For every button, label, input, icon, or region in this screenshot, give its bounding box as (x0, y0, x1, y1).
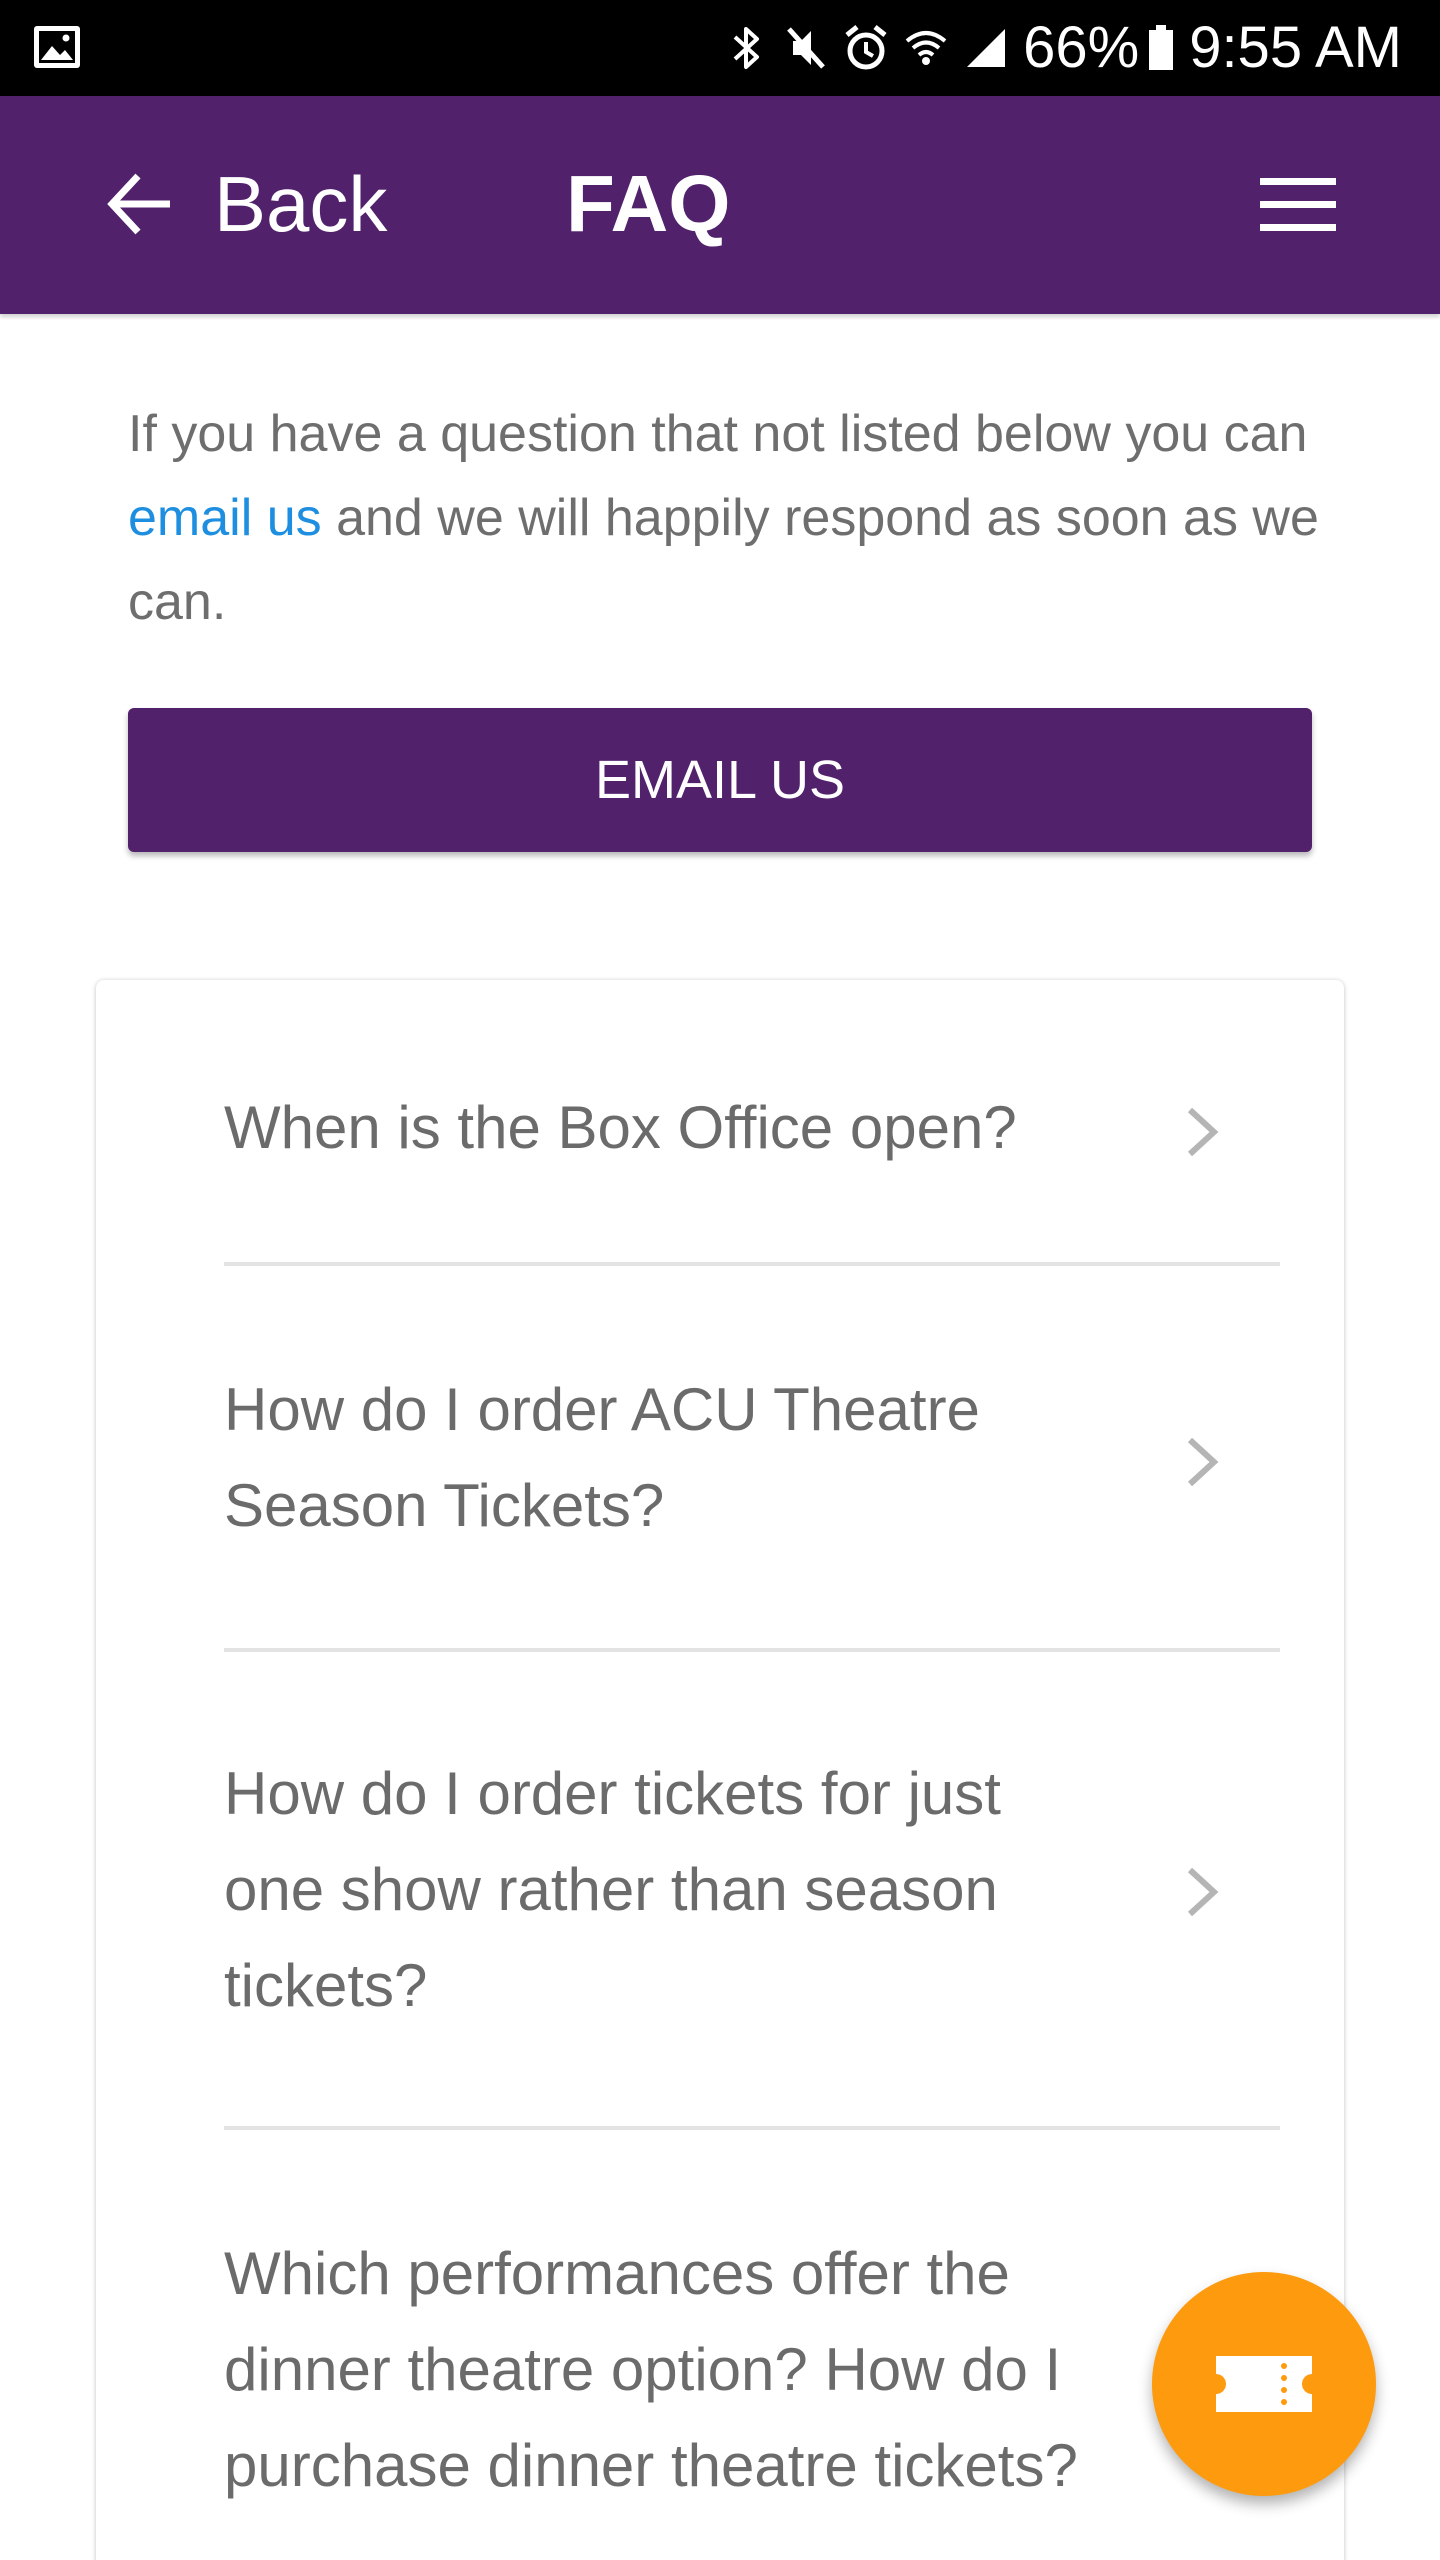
faq-question: How do I order ACU Theatre Season Ticket… (224, 1376, 980, 1539)
ticket-fab-button[interactable] (1152, 2272, 1376, 2496)
menu-icon[interactable] (1260, 178, 1336, 232)
status-bar: 66% 9:55 AM (0, 0, 1440, 96)
divider (224, 1262, 1280, 1266)
chevron-right-icon (1187, 1437, 1219, 1487)
page-title: FAQ (566, 159, 731, 248)
faq-question: When is the Box Office open? (224, 1094, 1017, 1161)
divider (224, 2126, 1280, 2130)
intro-text: If you have a question that not listed b… (128, 392, 1328, 644)
bluetooth-icon (733, 27, 760, 69)
battery-percent: 66% (1023, 15, 1140, 80)
signal-icon (967, 29, 1006, 67)
mute-icon (787, 27, 825, 69)
chevron-right-icon (1187, 1867, 1219, 1917)
app-bar: Back FAQ (0, 96, 1440, 314)
back-button[interactable]: Back (104, 148, 387, 260)
battery-icon (1149, 25, 1174, 70)
alarm-icon (845, 25, 887, 70)
chevron-right-icon (1187, 1107, 1219, 1157)
email-us-link[interactable]: email us (128, 489, 322, 547)
status-icons: 66% 9:55 AM (709, 0, 1402, 96)
faq-question: Which performances offer the dinner thea… (224, 2240, 1078, 2499)
image-icon (34, 26, 80, 68)
arrow-left-icon (107, 173, 170, 235)
faq-item-box-office[interactable]: When is the Box Office open? (224, 1080, 1280, 1190)
ticket-icon (1216, 2356, 1312, 2412)
clock: 9:55 AM (1189, 15, 1402, 80)
email-us-button[interactable]: EMAIL US (128, 708, 1312, 852)
faq-question: How do I order tickets for just one show… (224, 1760, 1001, 2019)
wifi-icon (905, 31, 947, 65)
faq-item-single-show[interactable]: How do I order tickets for just one show… (224, 1746, 1280, 2036)
back-label: Back (214, 159, 388, 248)
faq-item-dinner-theatre[interactable]: Which performances offer the dinner thea… (224, 2226, 1280, 2560)
faq-screen: 66% 9:55 AM Back FAQ If you have a quest… (0, 0, 1440, 2560)
faq-item-season-tickets[interactable]: How do I order ACU Theatre Season Ticket… (224, 1362, 1280, 1562)
divider (224, 1648, 1280, 1652)
intro-text-before: If you have a question that not listed b… (128, 405, 1308, 463)
